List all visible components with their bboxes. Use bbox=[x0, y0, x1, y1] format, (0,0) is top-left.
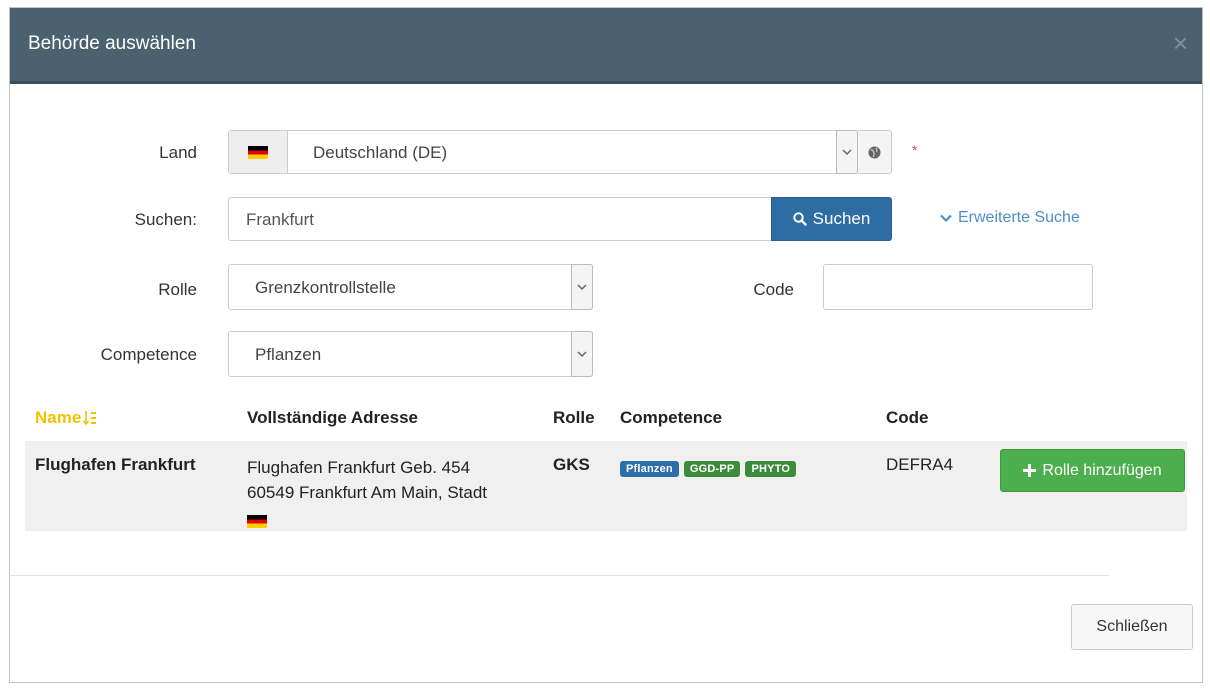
country-label: Land bbox=[159, 143, 197, 162]
role-label: Rolle bbox=[158, 280, 197, 299]
competence-select-value: Pflanzen bbox=[255, 345, 322, 364]
flag-de-icon bbox=[248, 145, 268, 159]
role-select-value: Grenzkontrollstelle bbox=[255, 278, 396, 297]
row-role: GKS bbox=[553, 455, 590, 474]
add-role-button-label: Rolle hinzufügen bbox=[1042, 461, 1162, 479]
column-header-address[interactable]: Vollständige Adresse bbox=[247, 408, 418, 428]
column-header-code[interactable]: Code bbox=[886, 408, 929, 428]
search-label: Suchen: bbox=[134, 210, 197, 229]
competence-select[interactable]: Pflanzen bbox=[228, 331, 593, 377]
competence-badge: PHYTO bbox=[745, 461, 797, 477]
sort-ascending-icon bbox=[83, 411, 97, 426]
dialog-header: Behörde auswählen × bbox=[10, 8, 1202, 84]
advanced-search-label: Erweiterte Suche bbox=[958, 209, 1080, 226]
code-label: Code bbox=[753, 280, 794, 299]
add-role-button[interactable]: Rolle hinzufügen bbox=[1000, 449, 1185, 492]
column-header-name[interactable]: Name bbox=[35, 408, 97, 428]
country-flag-addon bbox=[229, 131, 288, 173]
chevron-down-icon[interactable] bbox=[571, 331, 593, 377]
search-input[interactable]: Frankfurt bbox=[228, 197, 772, 241]
competence-badge: Pflanzen bbox=[620, 461, 679, 477]
search-input-value: Frankfurt bbox=[246, 210, 315, 229]
close-button[interactable]: Schließen bbox=[1071, 604, 1193, 650]
chevron-down-icon[interactable] bbox=[571, 264, 593, 310]
flag-de-icon bbox=[247, 515, 267, 528]
column-header-competence[interactable]: Competence bbox=[620, 408, 722, 428]
plus-icon bbox=[1023, 464, 1037, 477]
close-icon[interactable]: × bbox=[1173, 28, 1188, 59]
role-select[interactable]: Grenzkontrollstelle bbox=[228, 264, 593, 310]
country-select[interactable]: Deutschland (DE) bbox=[228, 130, 858, 174]
search-button-label: Suchen bbox=[812, 209, 871, 228]
column-header-name-label: Name bbox=[35, 408, 82, 427]
row-name: Flughafen Frankfurt bbox=[35, 455, 196, 474]
required-marker: * bbox=[912, 142, 918, 158]
chevron-down-icon[interactable] bbox=[836, 130, 858, 174]
footer-divider bbox=[9, 575, 1109, 576]
globe-icon bbox=[868, 146, 881, 158]
search-icon bbox=[792, 212, 807, 226]
competence-badge: GGD-PP bbox=[683, 461, 741, 477]
row-competence-badges: Pflanzen GGD-PP PHYTO bbox=[620, 457, 801, 477]
search-button[interactable]: Suchen bbox=[771, 197, 892, 241]
globe-button[interactable] bbox=[858, 130, 892, 174]
advanced-search-link[interactable]: Erweiterte Suche bbox=[940, 209, 1080, 227]
country-select-value: Deutschland (DE) bbox=[313, 143, 448, 162]
column-header-role[interactable]: Rolle bbox=[553, 408, 595, 428]
dialog-title: Behörde auswählen bbox=[28, 33, 196, 54]
row-code: DEFRA4 bbox=[886, 455, 954, 474]
code-input[interactable] bbox=[823, 264, 1093, 310]
chevron-down-icon bbox=[940, 214, 952, 222]
row-address-line1: Flughafen Frankfurt Geb. 454 bbox=[247, 458, 471, 477]
row-address-line2: 60549 Frankfurt Am Main, Stadt bbox=[247, 483, 488, 502]
competence-label: Competence bbox=[100, 345, 197, 364]
row-address: Flughafen Frankfurt Geb. 454 60549 Frank… bbox=[247, 455, 487, 535]
